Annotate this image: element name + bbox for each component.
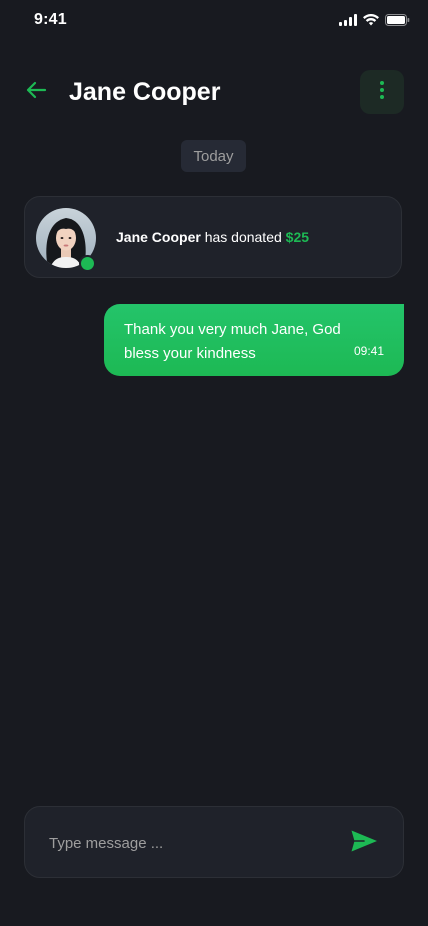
- message-time: 09:41: [353, 344, 384, 358]
- outgoing-message-bubble[interactable]: Thank you very much Jane, God bless your…: [104, 304, 404, 376]
- signal-icon: [339, 14, 357, 26]
- message-input[interactable]: [47, 825, 331, 861]
- status-bar: 9:41: [0, 0, 428, 44]
- donation-card: Jane Cooper has donated $25: [24, 196, 402, 278]
- back-button[interactable]: [22, 78, 50, 106]
- chat-header: Jane Cooper: [0, 66, 428, 118]
- more-vertical-icon: [379, 80, 385, 105]
- battery-icon: [385, 14, 410, 26]
- donation-amount: $25: [285, 229, 310, 245]
- donation-message: Jane Cooper has donated $25: [116, 229, 309, 245]
- send-button[interactable]: [349, 829, 379, 857]
- wifi-icon: [363, 14, 379, 26]
- status-icons: [339, 14, 410, 26]
- send-icon: [350, 829, 378, 858]
- message-composer: [24, 806, 404, 878]
- arrow-left-icon: [25, 81, 47, 104]
- message-text: Thank you very much Jane, God bless your…: [124, 321, 341, 362]
- more-options-button[interactable]: [360, 70, 404, 114]
- status-time: 9:41: [34, 11, 67, 28]
- avatar[interactable]: [36, 208, 96, 272]
- chat-title: Jane Cooper: [69, 78, 221, 106]
- online-status-dot: [79, 255, 96, 272]
- date-separator: Today: [181, 140, 246, 172]
- donation-text: has donated: [200, 229, 286, 245]
- donor-name: Jane Cooper: [116, 229, 201, 245]
